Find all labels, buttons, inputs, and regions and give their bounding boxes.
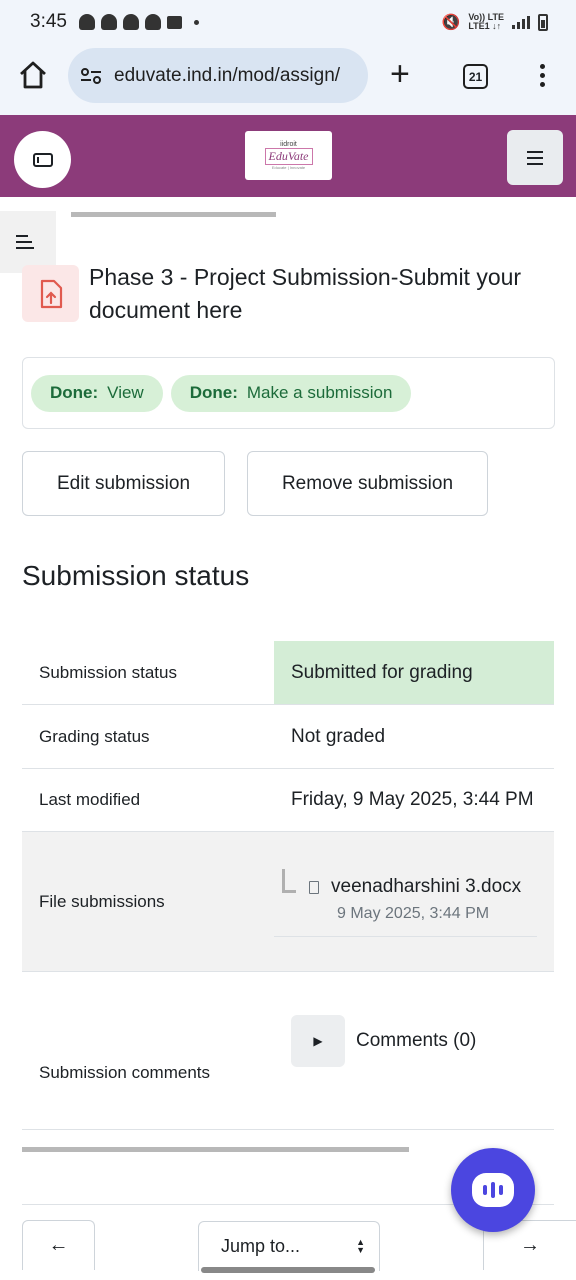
address-bar[interactable]: eduvate.ind.in/mod/assign/ [68, 48, 368, 103]
snapchat-icon [100, 14, 117, 30]
activity-completion: Done: View Done: Make a submission [22, 357, 555, 429]
sidebar-icon [32, 152, 53, 167]
table-row: Last modified Friday, 9 May 2025, 3:44 P… [22, 769, 554, 832]
row-value: Friday, 9 May 2025, 3:44 PM [291, 789, 534, 810]
select-caret-icon: ▲ ▼ [356, 1237, 365, 1255]
jump-to-label: Jump to... [221, 1236, 301, 1256]
chat-assistant-button[interactable] [451, 1148, 535, 1232]
completion-status: Done: [189, 383, 238, 402]
file-tree: veenadharshini 3.docx 9 May 2025, 3:44 P… [274, 867, 537, 937]
system-status-bar: 3:45 🔇 Vo)) LTE LTE1 ↓↑ [0, 0, 576, 44]
clock: 3:45 [30, 11, 67, 32]
submission-status-heading: Submission status [22, 560, 250, 591]
table-row: Submission comments ▶ Comments (0) [22, 972, 554, 1130]
mute-icon: 🔇 [441, 14, 461, 31]
browser-menu-icon[interactable] [538, 64, 546, 87]
course-index-toggle[interactable] [0, 211, 56, 273]
row-label: Submission comments [39, 1062, 211, 1082]
file-link[interactable]: veenadharshini 3.docx [331, 876, 521, 898]
assignment-icon [22, 265, 79, 322]
tree-branch-icon [282, 868, 296, 893]
browser-toolbar: eduvate.ind.in/mod/assign/ + 21 [0, 44, 576, 115]
jump-to-select[interactable]: Jump to... ▲ ▼ [198, 1221, 380, 1271]
completion-badge-view: Done: View [31, 374, 163, 412]
table-row: File submissions veenadharshini 3.docx 9… [22, 832, 554, 972]
row-label: Last modified [39, 790, 141, 809]
site-header: iidroit EduVate Educate | Innovate [0, 115, 576, 197]
course-drawer-button[interactable] [14, 131, 71, 188]
battery-icon [538, 13, 548, 31]
signal-icon [512, 15, 530, 29]
remove-submission-button[interactable]: Remove submission [247, 451, 488, 516]
scroll-indicator-bottom [22, 1147, 409, 1152]
page-title: Phase 3 - Project Submission-Submit your… [89, 264, 522, 323]
comments-link[interactable]: Comments (0) [356, 1030, 476, 1052]
network-type: Vo)) LTE LTE1 ↓↑ [468, 13, 504, 31]
message-icon [166, 15, 182, 29]
table-row: Grading status Not graded [22, 705, 554, 769]
row-value: veenadharshini 3.docx 9 May 2025, 3:44 P… [274, 832, 554, 971]
row-value: Not graded [291, 725, 386, 747]
main-menu-button[interactable] [507, 130, 563, 185]
logo-top-text: iidroit [280, 141, 297, 148]
new-tab-button[interactable]: + [390, 54, 410, 94]
logo-name: EduVate [264, 148, 313, 165]
url-text: eduvate.ind.in/mod/assign/ [114, 64, 341, 86]
comments-control: ▶ Comments (0) [291, 1014, 476, 1067]
row-label: Grading status [39, 726, 150, 746]
completion-text: Make a submission [246, 383, 393, 402]
previous-activity-button[interactable]: ← [22, 1220, 95, 1270]
submission-status-table: Submission status Submitted for grading … [22, 641, 554, 1130]
completion-text: View [107, 383, 144, 402]
logo-tagline: Educate | Innovate [271, 165, 306, 170]
completion-status: Done: [50, 383, 99, 402]
scroll-indicator-top [71, 212, 276, 217]
table-row: Submission status Submitted for grading [22, 641, 554, 705]
edit-submission-button[interactable]: Edit submission [22, 451, 225, 516]
snapchat-icon [122, 14, 139, 30]
file-date: 9 May 2025, 3:44 PM [337, 904, 490, 922]
row-value: ▶ Comments (0) [274, 972, 554, 1129]
gesture-home-bar[interactable] [201, 1267, 375, 1273]
completion-badge-submission: Done: Make a submission [170, 374, 412, 412]
chat-icon [472, 1173, 514, 1207]
document-icon [309, 880, 319, 894]
tab-switcher-button[interactable]: 21 [463, 64, 488, 89]
site-settings-icon[interactable] [80, 67, 102, 85]
network-label-bottom: LTE1 ↓↑ [468, 21, 502, 31]
expand-comments-button[interactable]: ▶ [291, 1014, 345, 1067]
home-icon[interactable] [18, 60, 48, 90]
snapchat-icon [78, 14, 95, 30]
row-label: Submission status [39, 662, 177, 682]
more-notifications-dot-icon [193, 19, 199, 25]
snapchat-icon [144, 14, 161, 30]
row-value: Submitted for grading [274, 641, 554, 704]
notification-icons [78, 14, 199, 30]
row-label: File submissions [39, 891, 165, 911]
site-logo[interactable]: iidroit EduVate Educate | Innovate [245, 131, 332, 180]
